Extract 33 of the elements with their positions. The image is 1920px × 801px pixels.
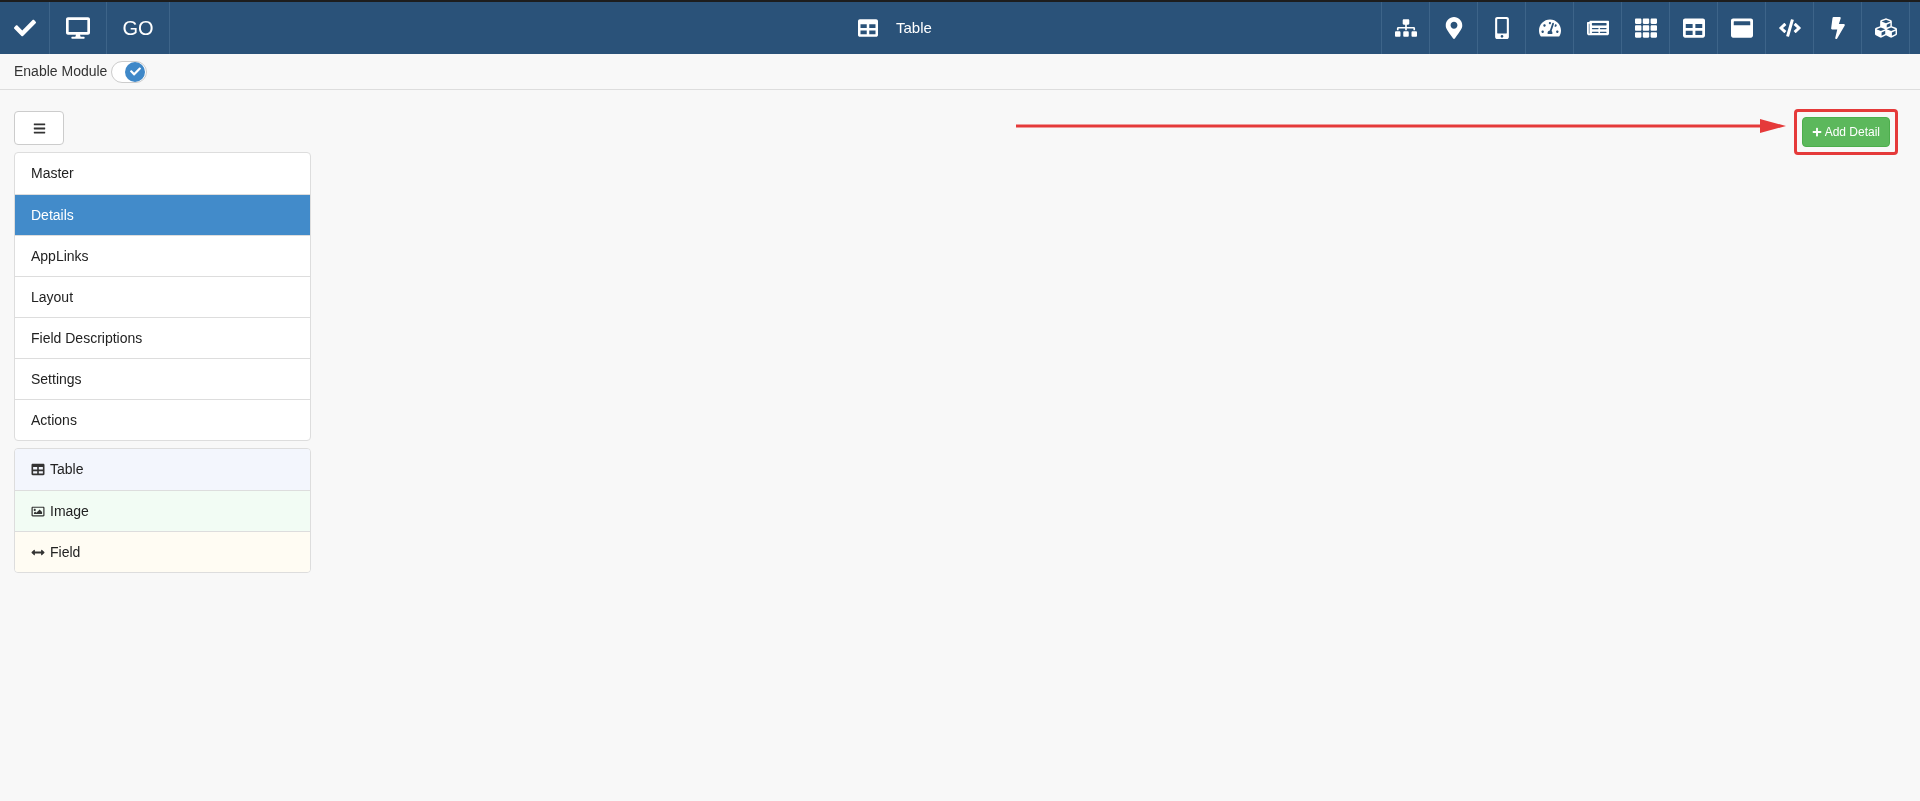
detail-type-item[interactable]: Field	[15, 531, 310, 572]
gauge-icon	[1538, 17, 1561, 39]
check-icon	[129, 66, 141, 77]
menu-item[interactable]: Actions	[15, 399, 310, 440]
grid-icon	[1634, 17, 1657, 39]
sitemap-icon	[1394, 17, 1417, 39]
code-icon	[1778, 17, 1801, 39]
detail-type-item[interactable]: Table	[15, 449, 310, 490]
menu-item[interactable]: Settings	[15, 358, 310, 399]
menu-item[interactable]: Field Descriptions	[15, 317, 310, 358]
page-title: Table	[896, 17, 932, 38]
detail-type-label: Table	[50, 460, 84, 479]
table-icon	[857, 18, 879, 38]
module-toggle[interactable]	[111, 60, 148, 83]
menu-item[interactable]: Details	[15, 194, 310, 235]
menu-item[interactable]: AppLinks	[15, 235, 310, 276]
detail-type-label: Field	[50, 542, 81, 562]
plus-icon	[1811, 127, 1822, 137]
menu-icon	[32, 121, 46, 135]
desktop-icon	[66, 16, 90, 40]
check-icon	[13, 17, 36, 39]
cubes-icon	[1874, 17, 1897, 39]
image-icon	[31, 504, 45, 518]
table-icon	[31, 463, 45, 476]
menu-item[interactable]: Layout	[15, 276, 310, 317]
detail-type-item[interactable]: Image	[15, 490, 310, 531]
go-button[interactable]: GO	[107, 2, 170, 54]
form-icon	[1730, 17, 1753, 39]
toggle-label: Enable Module	[14, 62, 108, 81]
detail-type-label: Image	[50, 501, 89, 521]
menu-button[interactable]	[14, 111, 64, 145]
table-icon	[1682, 17, 1705, 39]
menu-item[interactable]: Master	[15, 153, 310, 194]
